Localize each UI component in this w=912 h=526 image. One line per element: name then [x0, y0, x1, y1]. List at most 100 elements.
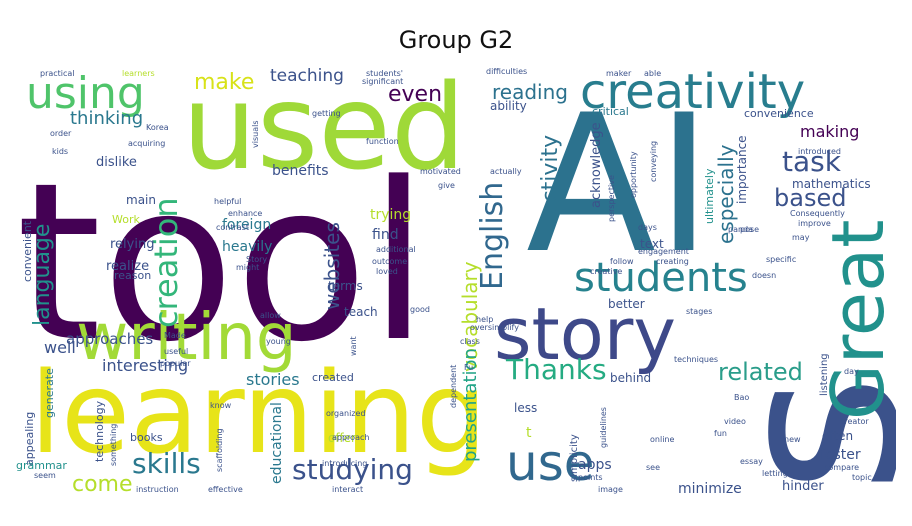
- word-even: even: [388, 82, 443, 107]
- word-practical: practical: [40, 69, 75, 78]
- word-loved: loved: [376, 267, 398, 276]
- word-reason: reason: [114, 269, 152, 282]
- word-helpful: helpful: [214, 197, 242, 206]
- word-essay: essay: [740, 457, 763, 466]
- word-activity: activity: [538, 134, 563, 216]
- word-consequently: Consequently: [790, 209, 845, 218]
- word-want: want: [349, 336, 358, 356]
- word-actually: actually: [490, 167, 522, 176]
- word-acquiring: acquiring: [128, 139, 166, 148]
- word-seem: seem: [34, 471, 56, 480]
- word-class: class: [460, 337, 480, 346]
- word-relying: relying: [110, 237, 155, 252]
- word-make: make: [194, 70, 255, 95]
- word-engagement: engagement: [638, 247, 689, 256]
- word-teach: teach: [344, 305, 378, 319]
- word-fu: Fu: [464, 363, 474, 372]
- word-stages: stages: [686, 307, 713, 316]
- word-thinking: thinking: [70, 108, 144, 129]
- word-main: main: [126, 193, 156, 207]
- word-dependent: dependent: [449, 364, 458, 408]
- word-stories: stories: [246, 370, 300, 389]
- word-created: created: [312, 371, 354, 384]
- word-specific: specific: [766, 255, 797, 264]
- word-oversimplify: oversimplify: [470, 323, 519, 332]
- word-less: less: [514, 401, 538, 415]
- word-topic: topic: [852, 473, 872, 482]
- word-korea: Korea: [146, 123, 169, 132]
- word-help: help: [476, 315, 494, 324]
- word-new: new: [784, 435, 801, 444]
- word-follow: follow: [610, 257, 634, 266]
- word-techniques: techniques: [674, 355, 719, 364]
- word-trying: trying: [370, 207, 412, 223]
- word-english: English: [475, 181, 510, 290]
- word-critical: critical: [592, 105, 629, 118]
- word-convenience: convenience: [744, 107, 814, 120]
- word-hinder: hinder: [782, 479, 824, 494]
- word-video: video: [724, 417, 746, 426]
- word-creation: creation: [147, 197, 185, 328]
- word-mathematics: mathematics: [792, 177, 871, 191]
- word-might: might: [236, 263, 260, 272]
- word-function: function: [366, 137, 399, 146]
- word-days: days: [638, 223, 657, 232]
- word-come: come: [72, 472, 133, 497]
- word-perspective: perspective: [607, 175, 616, 222]
- word-may: may: [792, 233, 810, 242]
- word-interact: interact: [332, 485, 364, 494]
- word-effective: effective: [208, 485, 243, 494]
- word-students-apos: students': [366, 69, 403, 78]
- word-find: find: [372, 227, 399, 243]
- word-thanks: Thanks: [506, 353, 607, 386]
- word-work: Work: [112, 213, 140, 226]
- word-well: well: [44, 338, 76, 357]
- word-better: better: [608, 297, 645, 311]
- word-young: young: [266, 337, 291, 346]
- word-creator: creator: [840, 417, 869, 426]
- word-know: know: [210, 401, 232, 410]
- word-good: good: [410, 305, 430, 314]
- word-heavily: heavily: [222, 239, 273, 255]
- word-panda: panda: [728, 225, 754, 234]
- chart-title: Group G2: [398, 26, 514, 54]
- word-letting: letting: [762, 469, 788, 478]
- word-ultimately: ultimately: [703, 168, 716, 225]
- word-apps: apps: [578, 457, 612, 473]
- word-order: order: [50, 129, 72, 138]
- word-conveying: conveying: [649, 140, 658, 182]
- word-approaches: approaches: [66, 330, 154, 348]
- word-related: related: [718, 358, 803, 386]
- word-grammar: grammar: [16, 459, 67, 472]
- word-often: often: [822, 429, 854, 443]
- word-t: t: [526, 425, 532, 441]
- word-something: something: [109, 423, 118, 466]
- word-opportunity: opportunity: [629, 151, 638, 198]
- word-motivated: motivated: [420, 167, 461, 176]
- word-making: making: [800, 122, 860, 141]
- word-benefits: benefits: [272, 163, 329, 179]
- word-terms: terms: [328, 279, 363, 293]
- word-visuals: visuals: [251, 120, 260, 149]
- word-behind: behind: [610, 371, 652, 385]
- word-approach: approach: [332, 433, 370, 442]
- word-enhance: enhance: [228, 209, 263, 218]
- word-learners: learners: [122, 69, 155, 78]
- word-bao: Bao: [734, 393, 750, 402]
- word-image: image: [598, 485, 623, 494]
- word-great: Great: [816, 219, 896, 420]
- word-see: see: [646, 463, 661, 472]
- word-skills: skills: [132, 447, 201, 480]
- word-language: language: [30, 223, 55, 326]
- word-allow: allow: [260, 311, 281, 320]
- word-able: able: [644, 69, 662, 78]
- word-guidelines: guidelines: [599, 407, 608, 448]
- word-organized: organized: [326, 409, 366, 418]
- word-foster: foster: [820, 447, 861, 463]
- word-improve: improve: [798, 219, 831, 228]
- word-technology: technology: [93, 400, 106, 462]
- word-ability: ability: [490, 99, 527, 113]
- word-introduced: introduced: [798, 147, 841, 156]
- word-additional: additional: [376, 245, 416, 254]
- word-educational: educational: [269, 402, 285, 484]
